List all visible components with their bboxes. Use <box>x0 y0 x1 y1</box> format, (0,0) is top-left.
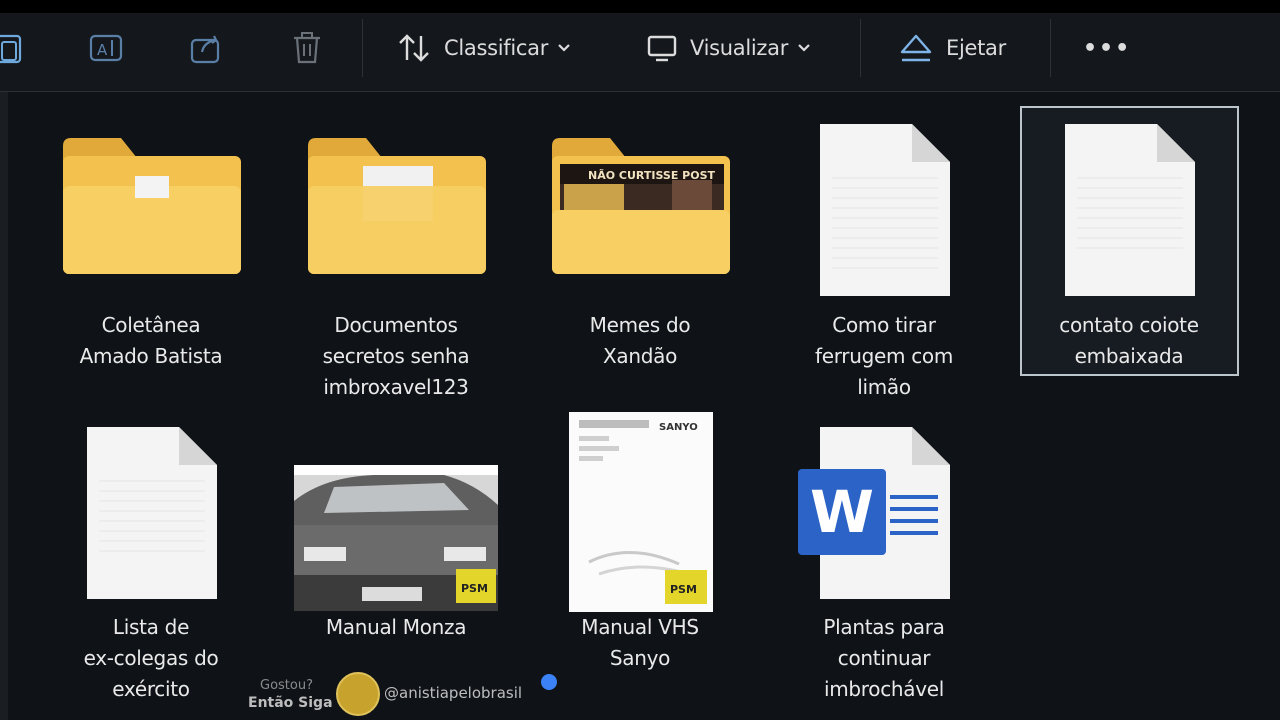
file-item[interactable]: Como tirar ferrugem com limão <box>784 120 984 410</box>
file-name: contato coiote <box>1059 313 1199 337</box>
folder-icon: NÃO CURTISSE POST <box>552 138 730 274</box>
file-item[interactable]: SANYO PSM Manual VHS Sanyo <box>540 412 740 692</box>
rename-button[interactable]: A <box>88 13 126 83</box>
svg-text:A: A <box>97 41 108 59</box>
delete-button[interactable] <box>289 13 325 83</box>
file-name: continuar <box>837 646 931 670</box>
file-item[interactable]: PSM Manual Monza <box>294 423 498 653</box>
file-name: exército <box>112 677 190 701</box>
file-name: imbrochável <box>823 677 945 701</box>
view-button[interactable]: Visualizar <box>646 13 811 83</box>
file-name: Lista de <box>112 615 190 639</box>
sort-label: Classificar <box>444 36 549 60</box>
file-name: ferrugem com <box>814 344 954 368</box>
text-document-icon <box>1065 124 1195 296</box>
file-name: Manual Monza <box>325 615 467 639</box>
monitor-icon <box>647 35 677 62</box>
eject-label: Ejetar <box>946 36 1006 60</box>
copy-icon <box>0 34 22 64</box>
text-document-icon <box>87 427 217 599</box>
chevron-down-icon <box>798 44 810 52</box>
file-name: ex-colegas do <box>83 646 219 670</box>
text-document-icon <box>820 124 950 296</box>
file-item-selected[interactable]: contato coiote embaixada <box>1029 120 1229 380</box>
file-name: Memes do <box>589 313 691 337</box>
toolbar-separator <box>860 19 861 77</box>
file-name: limão <box>857 375 911 399</box>
watermark-handle: @anistiapelobrasil <box>384 684 523 702</box>
toolbar-separator <box>362 19 363 77</box>
copy-button[interactable] <box>0 13 26 83</box>
file-name: Sanyo <box>609 646 671 670</box>
file-name: Como tirar <box>832 313 936 337</box>
file-name: Amado Batista <box>79 344 223 368</box>
file-name: secretos senha <box>322 344 470 368</box>
file-name: Coletânea <box>101 313 201 337</box>
file-item[interactable]: W Plantas para continuar imbrochável <box>784 423 984 713</box>
view-label: Visualizar <box>690 36 789 60</box>
watermark-small-text: Gostou? <box>260 678 313 693</box>
more-options-button[interactable]: ••• <box>1083 13 1131 83</box>
file-item[interactable]: Lista de ex-colegas do exército <box>51 423 251 713</box>
file-name: imbroxavel123 <box>323 375 469 399</box>
rename-icon: A <box>89 34 123 62</box>
share-icon <box>190 35 220 64</box>
sort-button[interactable]: Classificar <box>396 13 571 83</box>
file-name: Xandão <box>602 344 678 368</box>
verified-badge-icon <box>541 674 557 690</box>
file-item[interactable]: Coletânea Amado Batista <box>51 120 251 390</box>
preview-brand: SANYO <box>659 422 698 433</box>
command-bar: A Classificar Visualizar Ejetar ••• <box>0 13 1280 92</box>
navigation-pane-edge <box>0 92 8 720</box>
preview-text: NÃO CURTISSE POST <box>588 169 716 182</box>
chevron-down-icon <box>558 44 570 52</box>
file-item[interactable]: NÃO CURTISSE POST Memes do Xandão <box>540 120 740 390</box>
svg-text:PSM: PSM <box>461 582 488 595</box>
svg-text:PSM: PSM <box>670 583 697 596</box>
channel-logo <box>336 672 380 716</box>
file-name: embaixada <box>1074 344 1184 368</box>
watermark-bold-text: Então Siga <box>248 695 333 711</box>
sort-icon <box>399 34 429 62</box>
share-button[interactable] <box>188 13 226 83</box>
file-item[interactable]: Documentos secretos senha imbroxavel123 <box>296 120 496 410</box>
car-image-thumbnail: PSM <box>294 465 498 611</box>
toolbar-separator <box>1050 19 1051 77</box>
word-logo-icon: W <box>798 469 886 555</box>
eject-icon <box>900 34 932 62</box>
file-name: Manual VHS <box>581 615 699 639</box>
pdf-document-thumbnail: SANYO PSM <box>569 412 713 612</box>
window-top-edge <box>0 0 1280 13</box>
file-name: Plantas para <box>823 615 945 639</box>
folder-icon <box>63 138 241 274</box>
trash-icon <box>294 32 320 64</box>
folder-icon <box>308 138 486 274</box>
file-name: Documentos <box>334 313 458 337</box>
eject-button[interactable]: Ejetar <box>898 13 1006 83</box>
